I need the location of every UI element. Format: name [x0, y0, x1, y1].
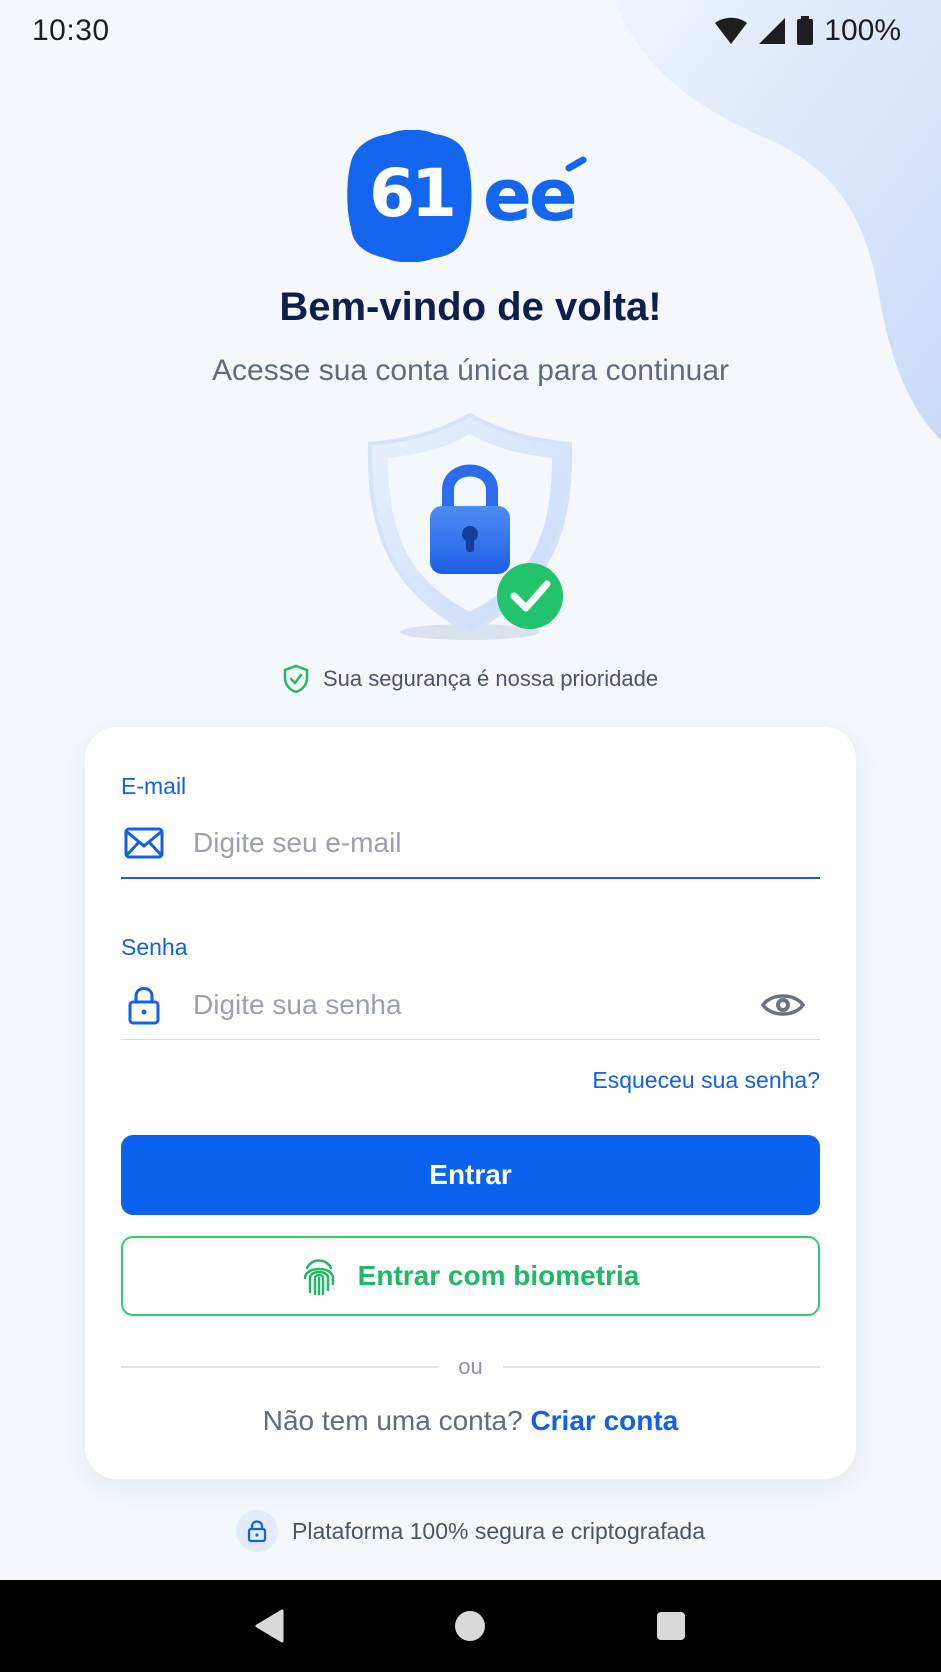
- create-account-link[interactable]: Criar conta: [530, 1405, 678, 1436]
- brand-logo: 61 ee: [347, 130, 587, 262]
- fingerprint-icon: [303, 1259, 334, 1296]
- security-note-text: Sua segurança é nossa prioridade: [322, 666, 659, 691]
- signup-row: Não tem uma conta? Criar conta: [85, 1405, 856, 1437]
- divider-line-right: [502, 1366, 821, 1368]
- email-field: [121, 809, 820, 879]
- divider-line-left: [121, 1366, 439, 1368]
- or-divider: ou: [121, 1352, 821, 1382]
- logo-mark-text: 61: [369, 155, 453, 232]
- login-button[interactable]: Entrar: [121, 1135, 820, 1215]
- navigation-bar: [0, 1580, 941, 1672]
- page-subtitle: Acesse sua conta única para continuar: [212, 354, 729, 387]
- shield-lock-illustration: [367, 412, 573, 640]
- home-button[interactable]: [440, 1596, 500, 1656]
- battery-percentage: 100%: [824, 14, 901, 47]
- biometric-login-label: Entrar com biometria: [357, 1260, 640, 1291]
- mail-icon: [121, 820, 167, 866]
- status-time: 10:30: [32, 14, 110, 47]
- email-input[interactable]: [193, 827, 820, 859]
- lock-icon: [121, 982, 167, 1028]
- shield-check-icon: [283, 664, 309, 694]
- status-icons: 100%: [714, 14, 901, 48]
- recents-icon: [656, 1612, 685, 1640]
- toggle-password-visibility-button[interactable]: [758, 980, 808, 1030]
- logo-wordmark: ee: [483, 153, 575, 237]
- password-label: Senha: [121, 934, 188, 960]
- back-icon: [255, 1609, 284, 1643]
- biometric-login-button[interactable]: Entrar com biometria: [121, 1236, 820, 1316]
- footer-lock-icon: [236, 1510, 279, 1552]
- footer-text: Plataforma 100% segura e criptografada: [292, 1517, 705, 1544]
- forgot-password-link[interactable]: Esqueceu sua senha?: [592, 1067, 820, 1094]
- login-card: E-mail Senha Esquec: [85, 727, 856, 1479]
- status-bar: 10:30 100%: [0, 0, 941, 62]
- wifi-icon: [715, 17, 748, 44]
- password-input[interactable]: [193, 988, 758, 1021]
- recents-button[interactable]: [641, 1596, 701, 1656]
- home-icon: [455, 1611, 486, 1641]
- security-note: Sua segurança é nossa prioridade: [0, 664, 941, 694]
- password-field: [121, 970, 820, 1040]
- back-button[interactable]: [240, 1596, 300, 1656]
- footer-security-note: Plataforma 100% segura e criptografada: [0, 1510, 941, 1552]
- signup-prompt: Não tem uma conta?: [262, 1405, 523, 1436]
- page-title: Bem-vindo de volta!: [279, 285, 662, 329]
- battery-icon: [797, 16, 814, 45]
- divider-text: ou: [458, 1354, 483, 1379]
- eye-icon: [761, 993, 805, 1016]
- signal-icon: [759, 18, 786, 44]
- email-label: E-mail: [121, 773, 187, 799]
